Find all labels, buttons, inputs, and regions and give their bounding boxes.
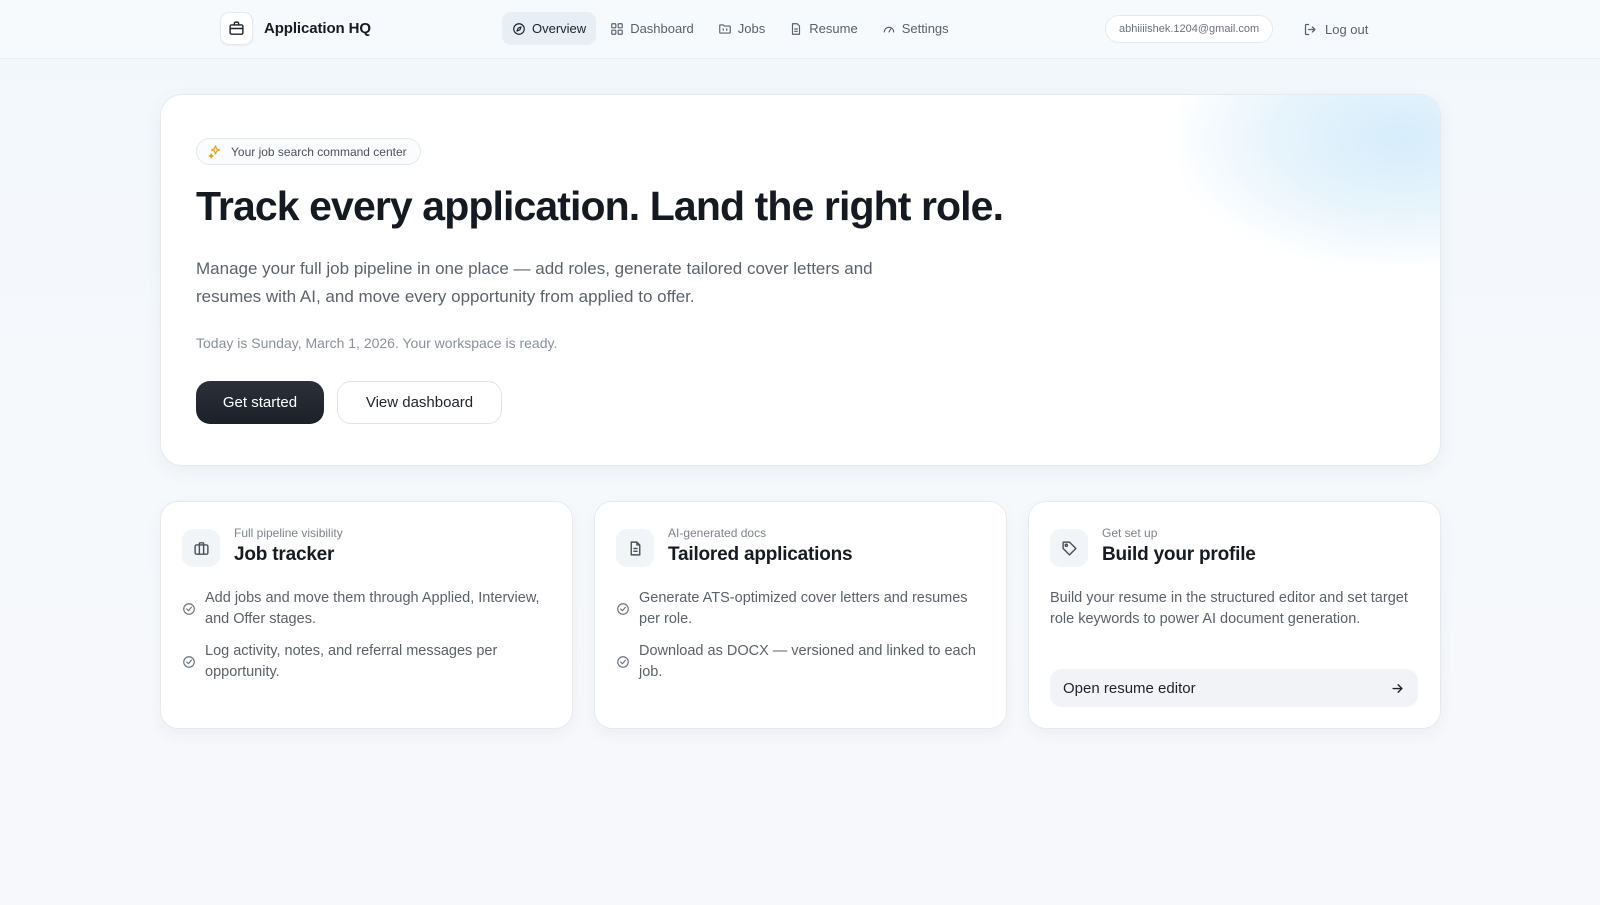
hero-title: Track every application. Land the right … <box>196 183 1004 229</box>
briefcase-icon <box>220 12 253 45</box>
card-title: Build your profile <box>1102 544 1256 565</box>
card-feature-list: Add jobs and move them through Applied, … <box>182 588 542 694</box>
check-circle-icon <box>617 656 629 668</box>
logout-label: Log out <box>1325 21 1369 37</box>
nav-label: Overview <box>532 21 587 36</box>
card-eyebrow: AI-generated docs <box>668 526 767 540</box>
nav-label: Dashboard <box>630 21 694 36</box>
open-resume-editor-button[interactable]: Open resume editor <box>1050 669 1418 707</box>
nav-label: Resume <box>809 21 858 36</box>
logout-icon <box>1304 23 1316 35</box>
card-description: Build your resume in the structured edit… <box>1050 590 1408 627</box>
brand[interactable]: Application HQ <box>220 12 371 45</box>
briefcase-icon <box>182 529 220 567</box>
card-job-tracker: Full pipeline visibility Job tracker Add… <box>160 501 573 729</box>
tag-icon <box>1050 529 1088 567</box>
nav-label: Jobs <box>737 21 766 36</box>
list-item-text: Add jobs and move them through Applied, … <box>205 590 540 627</box>
hero-description: Manage your full job pipeline in one pla… <box>196 259 873 306</box>
check-circle-icon <box>183 656 195 668</box>
folder-icon <box>718 23 731 34</box>
gauge-icon <box>883 26 894 32</box>
hero-chip: Your job search command center <box>196 138 421 165</box>
nav-item-overview[interactable]: Overview <box>502 12 597 45</box>
document-icon <box>616 529 654 567</box>
card-eyebrow: Full pipeline visibility <box>234 526 343 540</box>
compass-icon <box>513 22 525 35</box>
logout-button[interactable]: Log out <box>1303 15 1368 43</box>
hero-chip-label: Your job search command center <box>231 144 407 159</box>
nav-item-resume[interactable]: Resume <box>779 12 867 45</box>
list-item-text: Log activity, notes, and referral messag… <box>205 643 498 680</box>
check-circle-icon <box>617 603 629 615</box>
card-build-profile: Get set up Build your profile Build your… <box>1028 501 1441 729</box>
cta-label: Open resume editor <box>1063 679 1196 697</box>
nav-item-jobs[interactable]: Jobs <box>708 12 775 45</box>
list-item-text: Download as DOCX — versioned and linked … <box>639 643 976 680</box>
hero-date-line: Today is Sunday, March 1, 2026. Your wor… <box>196 335 558 351</box>
main-nav: Overview Dashboard Jobs Resume Settings <box>502 12 963 45</box>
card-title: Job tracker <box>234 544 335 565</box>
hero-section: Your job search command center Track eve… <box>160 94 1441 466</box>
sparkle-icon <box>208 145 221 159</box>
card-title: Tailored applications <box>668 544 853 565</box>
grid-icon <box>611 22 624 35</box>
view-dashboard-button[interactable]: View dashboard <box>337 381 502 424</box>
hero-decoration <box>1180 95 1440 265</box>
arrow-right-icon <box>1392 683 1403 693</box>
check-circle-icon <box>183 603 195 615</box>
list-item: Generate ATS-optimized cover letters and… <box>616 588 976 630</box>
card-eyebrow: Get set up <box>1102 526 1158 540</box>
list-item: Add jobs and move them through Applied, … <box>182 588 542 630</box>
get-started-button[interactable]: Get started <box>196 381 324 424</box>
card-feature-list: Generate ATS-optimized cover letters and… <box>616 588 976 694</box>
nav-item-settings[interactable]: Settings <box>872 12 959 45</box>
top-navigation-bar: Application HQ Overview Dashboard Jobs R… <box>0 0 1600 59</box>
user-email: abhiiiishek.1204@gmail.com <box>1105 15 1274 43</box>
nav-label: Settings <box>901 21 949 36</box>
app-name: Application HQ <box>264 20 371 37</box>
card-tailored-applications: AI-generated docs Tailored applications … <box>594 501 1007 729</box>
list-item: Log activity, notes, and referral messag… <box>182 641 542 683</box>
list-item-text: Generate ATS-optimized cover letters and… <box>639 590 968 627</box>
document-icon <box>792 22 801 35</box>
list-item: Download as DOCX — versioned and linked … <box>616 641 976 683</box>
nav-item-dashboard[interactable]: Dashboard <box>600 12 704 45</box>
